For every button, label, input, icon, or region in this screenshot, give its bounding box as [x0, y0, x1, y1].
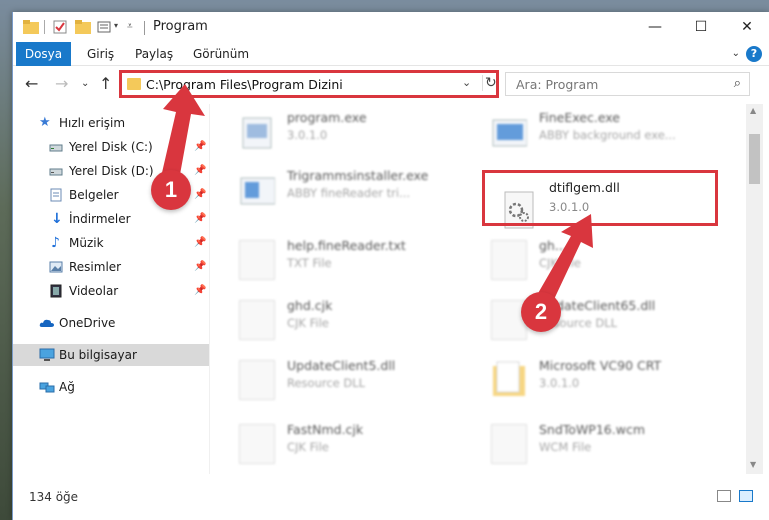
callout-arrows: [161, 84, 593, 310]
callout-badge-1: 1: [151, 170, 191, 210]
callout-badge-2: 2: [521, 292, 561, 332]
arrow-to-address: [161, 84, 205, 180]
explorer-window: ▾ ⩡ Program — ☐ ✕ Dosya Giriş Paylaş Gör…: [12, 12, 769, 520]
